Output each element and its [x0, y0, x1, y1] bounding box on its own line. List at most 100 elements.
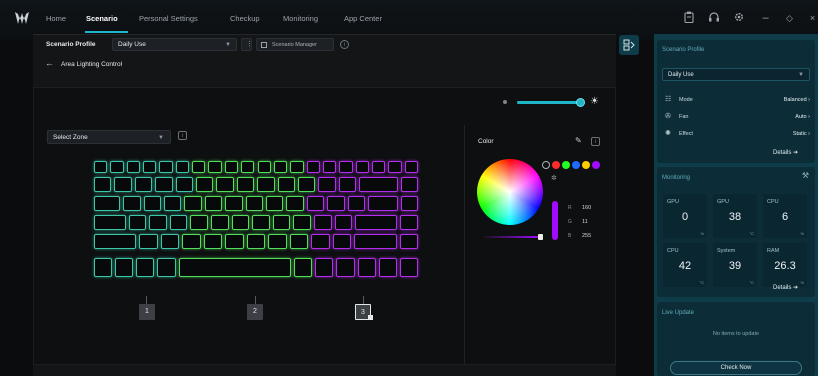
keyboard-key — [314, 215, 332, 230]
mode-value[interactable]: Balanced › — [784, 97, 810, 103]
keyboard-key — [157, 258, 176, 277]
keyboard-key — [318, 177, 336, 192]
keyboard-key — [178, 258, 292, 277]
close-icon[interactable]: × — [806, 11, 818, 25]
keyboard-key — [400, 215, 418, 230]
profile-details-link[interactable]: Details ➔ — [773, 149, 798, 156]
tile-label: CPU — [767, 199, 779, 205]
fan-value[interactable]: Auto › — [795, 114, 810, 120]
eyedropper-icon[interactable]: ✎ — [575, 136, 582, 145]
tile-label: CPU — [667, 248, 679, 254]
info-icon[interactable]: i — [178, 131, 187, 140]
more-options-button[interactable]: ⋮ — [241, 38, 253, 51]
zone-2-button[interactable]: 2 — [247, 304, 263, 320]
keyboard-key — [241, 161, 255, 173]
panel-toggle-button[interactable] — [619, 35, 639, 55]
g-value-input[interactable]: 11 — [582, 219, 588, 225]
select-zone-dropdown[interactable]: Select Zone ▼ — [47, 130, 171, 144]
keyboard-key — [159, 161, 173, 173]
clipboard-icon[interactable] — [682, 11, 695, 25]
color-intensity-slider[interactable] — [484, 236, 540, 238]
monitor-tile-cpu-temp: CPU 42 °C — [663, 243, 707, 287]
info-icon[interactable]: i — [340, 40, 349, 49]
tab-home[interactable]: Home — [46, 14, 66, 23]
zone-2-tick — [255, 296, 256, 304]
add-color-icon[interactable]: ✲ — [551, 174, 557, 182]
right-side-panel: Scenario Profile Daily Use ▼ ☷ Mode Bala… — [654, 34, 818, 376]
scenario-profile-dropdown[interactable]: Daily Use ▼ — [112, 38, 237, 51]
tab-checkup[interactable]: Checkup — [230, 14, 260, 23]
keyboard-key — [294, 258, 313, 277]
keyboard-key — [110, 161, 124, 173]
brightness-slider[interactable] — [517, 101, 580, 104]
profile-dropdown[interactable]: Daily Use ▼ — [662, 68, 810, 81]
page-title: Area Lighting Control — [61, 61, 123, 68]
keyboard-key — [378, 258, 397, 277]
selected-color-swatch — [552, 201, 558, 240]
monitoring-details-label: Details — [773, 285, 792, 291]
effect-icon: ✺ — [665, 130, 671, 137]
predator-logo — [15, 12, 29, 24]
keyboard-key — [94, 161, 108, 173]
b-label: B — [568, 233, 572, 239]
tile-unit: % — [800, 280, 804, 285]
keyboard-key — [115, 258, 134, 277]
keyboard-key — [155, 177, 173, 192]
headset-icon[interactable] — [707, 11, 720, 25]
preset-color-swatch[interactable] — [552, 161, 560, 169]
effect-value[interactable]: Static › — [793, 131, 810, 137]
keyboard-key — [332, 234, 352, 249]
mode-label: Mode — [679, 97, 693, 103]
keyboard-key — [277, 177, 296, 192]
tile-unit: % — [700, 231, 704, 236]
keyboard-key — [306, 161, 320, 173]
keyboard-key — [114, 177, 132, 192]
minimize-icon[interactable]: – — [759, 11, 772, 25]
preset-color-swatch[interactable] — [582, 161, 590, 169]
preset-color-swatch[interactable] — [572, 161, 580, 169]
color-wheel[interactable] — [477, 159, 543, 225]
keyboard-key — [182, 234, 201, 249]
keyboard-key — [123, 196, 141, 211]
preset-color-swatch[interactable] — [542, 161, 550, 169]
preset-color-swatch[interactable] — [562, 161, 570, 169]
monitor-tile-gpu-usage: GPU 0% — [663, 194, 707, 238]
zone-1-button[interactable]: 1 — [139, 304, 155, 320]
keyboard-key — [94, 196, 121, 211]
keyboard-key — [128, 215, 147, 230]
kebab-icon: ⋮ — [246, 41, 253, 48]
color-intensity-thumb[interactable] — [538, 234, 543, 240]
preset-colors — [542, 161, 602, 170]
keyboard-key — [298, 177, 316, 192]
tab-app-center[interactable]: App Center — [344, 14, 382, 23]
r-value-input[interactable]: 160 — [582, 205, 591, 211]
settings-icon[interactable] — [732, 11, 745, 25]
tab-monitoring[interactable]: Monitoring — [283, 14, 318, 23]
restore-icon[interactable]: ◇ — [783, 11, 796, 25]
live-update-card: Live Update No items to update Check Now — [657, 302, 815, 376]
keyboard-key — [368, 196, 398, 211]
keyboard-key — [143, 161, 157, 173]
monitoring-details-link[interactable]: Details ➔ — [773, 284, 798, 291]
tab-scenario[interactable]: Scenario — [86, 14, 118, 23]
keyboard-key — [149, 215, 167, 230]
keyboard-key — [224, 161, 239, 173]
tab-personal-settings[interactable]: Personal Settings — [139, 14, 198, 23]
brightness-slider-thumb[interactable] — [576, 98, 585, 107]
keyboard-key — [94, 234, 137, 249]
wrench-icon[interactable]: ⚒ — [802, 171, 809, 180]
check-now-button[interactable]: Check Now — [670, 361, 802, 375]
info-icon[interactable]: i — [591, 137, 600, 146]
monitor-tile-gpu-temp: GPU 38 °C — [713, 194, 757, 238]
keyboard-layout — [94, 161, 418, 279]
b-value-input[interactable]: 255 — [582, 233, 591, 239]
scenario-manager-button[interactable]: Scenario Manager — [256, 38, 334, 51]
panel-toggle-icon — [623, 39, 635, 51]
keyboard-key — [94, 215, 126, 230]
tile-unit: % — [800, 231, 804, 236]
preset-color-swatch[interactable] — [592, 161, 600, 169]
back-arrow-icon[interactable]: ← — [45, 58, 54, 68]
select-zone-label: Select Zone — [53, 134, 88, 141]
keyboard-key — [404, 161, 418, 173]
keyboard-key — [134, 177, 153, 192]
